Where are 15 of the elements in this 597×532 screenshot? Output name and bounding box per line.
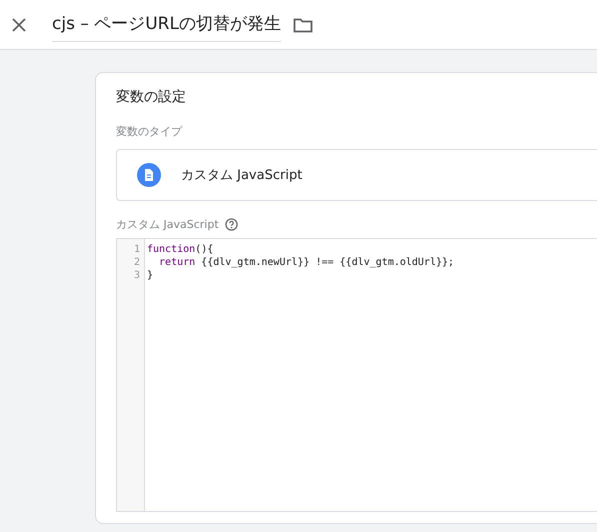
variable-type-selector[interactable]: カスタム JavaScript [116, 149, 597, 201]
code-line: } [147, 269, 154, 282]
editor-label: カスタム JavaScript [116, 217, 219, 232]
help-icon[interactable] [224, 218, 238, 231]
type-label: 変数のタイプ [116, 124, 184, 139]
folder-icon[interactable] [292, 16, 313, 32]
line-number: 2 [132, 256, 141, 269]
document-icon [137, 163, 161, 187]
code-line: function(){ [147, 243, 214, 256]
code-line: return {{dlv_gtm.newUrl}} !== {{dlv_gtm.oldUrl}}; [158, 256, 454, 269]
line-number: 1 [132, 243, 141, 256]
line-number: 3 [132, 269, 141, 282]
close-icon[interactable] [11, 16, 27, 32]
code-editor[interactable]: 1 2 3 function(){ return {{dlv_gtm.newUrl}} !== {{dlv_gtm.oldUrl}}; } [116, 238, 597, 512]
card-title: 変数の設定 [116, 88, 187, 106]
